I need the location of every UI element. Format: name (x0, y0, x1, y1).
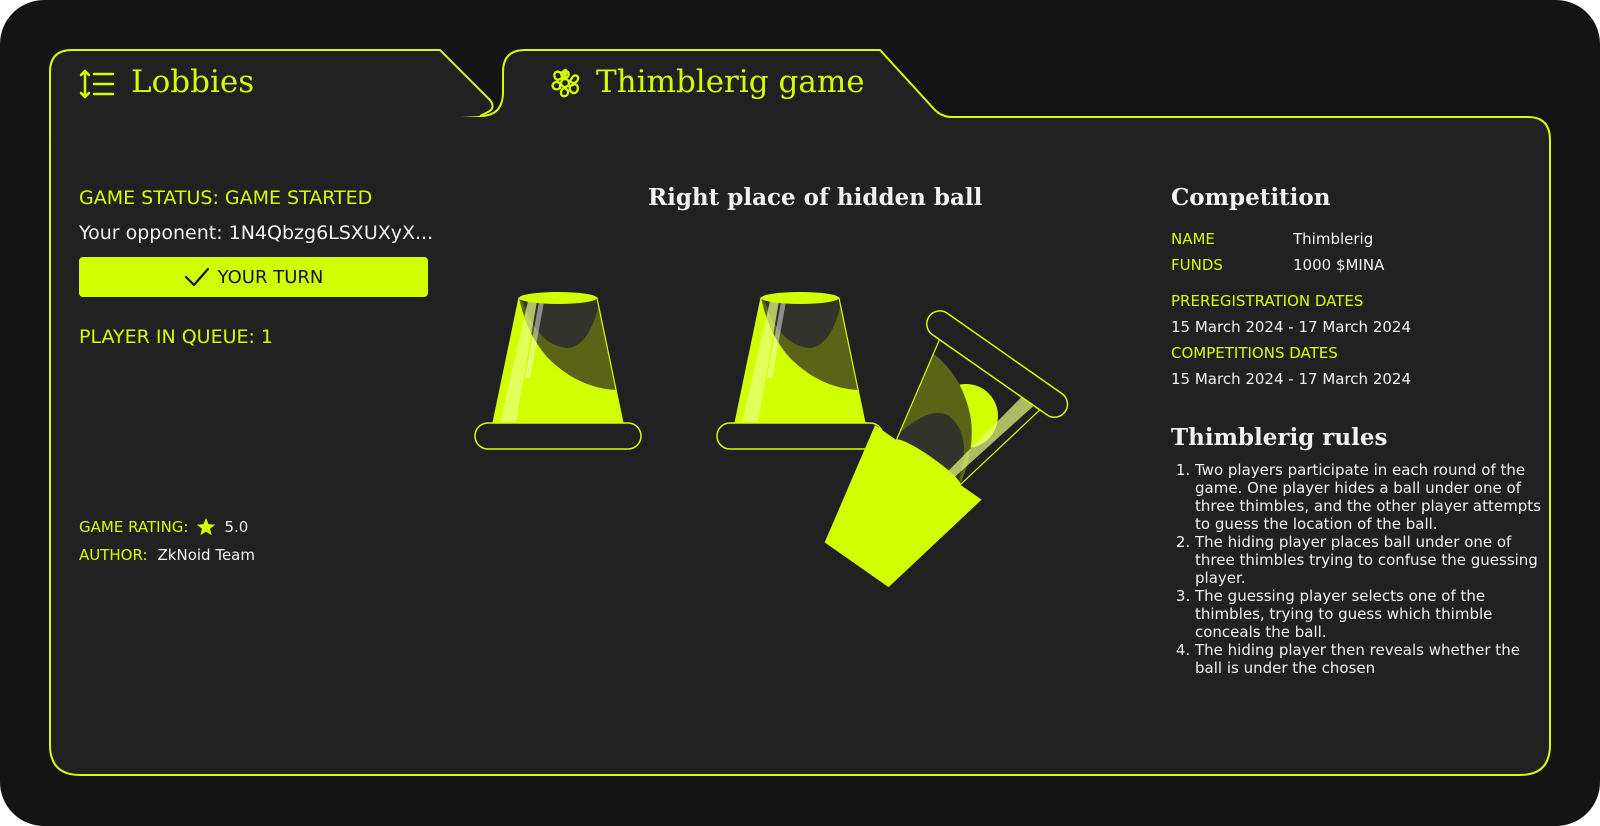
app-screen: Lobbies Thimblerig game GAME STATUS: GAM… (0, 0, 1600, 826)
rule-item: Two players participate in each round of… (1195, 461, 1545, 533)
thimble-2[interactable] (716, 291, 884, 450)
preregistration-dates-value: 15 March 2024 - 17 March 2024 (1171, 318, 1411, 336)
funds-label: FUNDS (1171, 256, 1223, 274)
competition-title: Competition (1171, 184, 1331, 211)
competition-name-row: NAME Thimblerig (1171, 230, 1373, 248)
rule-item: The hiding player places ball under one … (1195, 533, 1545, 587)
thimble-1[interactable] (474, 291, 642, 450)
rule-item: The guessing player selects one of the t… (1195, 587, 1545, 641)
name-label: NAME (1171, 230, 1215, 248)
name-value: Thimblerig (1293, 230, 1374, 248)
competition-funds-row: FUNDS 1000 $MINA (1171, 256, 1384, 274)
rules-title: Thimblerig rules (1171, 424, 1388, 451)
funds-value: 1000 $MINA (1293, 256, 1385, 274)
preregistration-dates-label: PREREGISTRATION DATES (1171, 292, 1364, 310)
rules-list: Two players participate in each round of… (1171, 461, 1545, 677)
competitions-dates-value: 15 March 2024 - 17 March 2024 (1171, 370, 1411, 388)
rule-item: The hiding player then reveals whether t… (1195, 641, 1545, 677)
thimbles-board (474, 291, 1069, 588)
competitions-dates-label: COMPETITIONS DATES (1171, 344, 1338, 362)
